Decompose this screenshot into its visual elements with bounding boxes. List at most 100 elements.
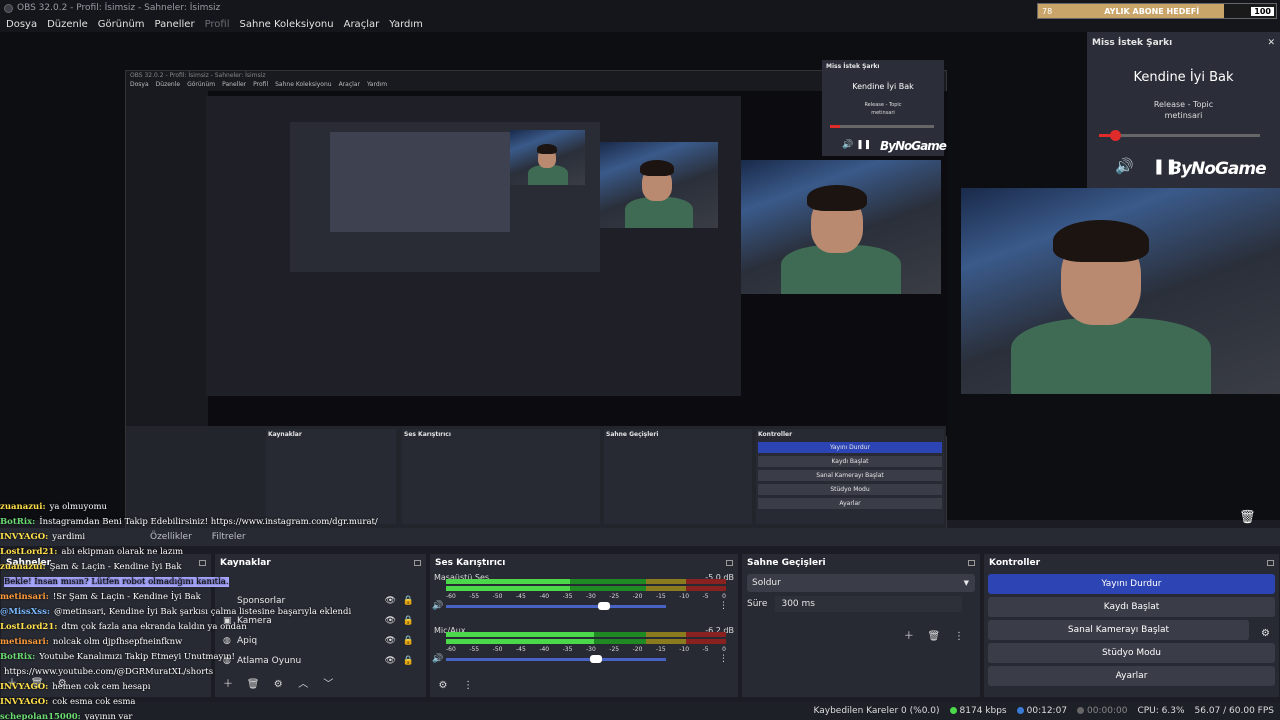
sources-popout-icon[interactable] bbox=[414, 559, 421, 566]
transitions-popout-icon[interactable] bbox=[968, 559, 975, 566]
menu-profile[interactable]: Profil bbox=[205, 19, 230, 30]
tick-label: -15 bbox=[655, 646, 666, 653]
nested-menu-item: Araçlar bbox=[338, 81, 360, 88]
chat-username: zuanazui: bbox=[0, 562, 46, 572]
tick-label: -55 bbox=[469, 646, 480, 653]
level-meter bbox=[446, 579, 726, 584]
nested-studio: Stüdyo Modu bbox=[758, 484, 942, 495]
chat-message: BotRix: İnstagramdan Beni Takip Edebilirs… bbox=[0, 515, 378, 530]
menu-help[interactable]: Yardım bbox=[389, 19, 423, 30]
tick-label: -40 bbox=[539, 593, 550, 600]
start-recording-button[interactable]: Kaydı Başlat bbox=[988, 597, 1275, 617]
visibility-icon[interactable]: 👁 bbox=[385, 636, 396, 646]
move-down-icon[interactable]: ﹀ bbox=[321, 678, 335, 692]
tick-label: -25 bbox=[609, 593, 620, 600]
song-panel-close-icon[interactable]: ✕ bbox=[1267, 38, 1275, 48]
tick-label: -5 bbox=[702, 593, 709, 600]
menu-file[interactable]: Dosya bbox=[6, 19, 37, 30]
volume-icon[interactable]: 🔊 bbox=[1115, 157, 1134, 175]
dropped-frames: Kaybedilen Kareler 0 (%0.0) bbox=[813, 706, 940, 716]
source-settings-icon[interactable]: ⚙ bbox=[271, 678, 285, 692]
controls-title: Kontroller bbox=[989, 557, 1041, 568]
volume-knob[interactable] bbox=[590, 655, 602, 663]
song-progress-knob[interactable] bbox=[1110, 130, 1122, 141]
move-up-icon[interactable]: ︿ bbox=[296, 678, 310, 692]
lock-icon[interactable]: 🔒 bbox=[403, 616, 414, 626]
start-virtual-camera-button[interactable]: Sanal Kamerayı Başlat bbox=[988, 620, 1249, 640]
chat-text: https://www.youtube.com/@DGRMuratXL/shor… bbox=[4, 667, 214, 677]
song-panel-title-small: Miss İstek Şarkı bbox=[826, 63, 880, 70]
nested-menu-item: Paneller bbox=[222, 81, 247, 88]
chat-text: Şam & Laçin - Kendine İyi Bak bbox=[49, 562, 182, 572]
nested-settings: Ayarlar bbox=[758, 498, 942, 509]
remove-transition-icon[interactable]: 🗑 bbox=[927, 630, 941, 644]
visibility-icon[interactable]: 👁 bbox=[385, 656, 396, 666]
song-title-small: Kendine İyi Bak bbox=[852, 82, 914, 91]
channel-menu-icon[interactable]: ⋮ bbox=[719, 654, 728, 664]
preview-canvas[interactable]: 78 AYLIK ABONE HEDEFİ 100 OBS 32.0.2 - P… bbox=[0, 3, 1280, 533]
speaker-icon[interactable]: 🔊 bbox=[432, 601, 443, 611]
song-sub1-small: Release - Topic bbox=[864, 102, 902, 108]
menu-edit[interactable]: Düzenle bbox=[47, 19, 88, 30]
volume-slider[interactable] bbox=[446, 658, 666, 661]
settings-button[interactable]: Ayarlar bbox=[988, 666, 1275, 686]
add-transition-icon[interactable]: ＋ bbox=[902, 630, 916, 644]
menu-scene-collection[interactable]: Sahne Koleksiyonu bbox=[240, 19, 334, 30]
virtual-camera-label: Sanal Kamerayı Başlat bbox=[1067, 625, 1170, 635]
recursive-preview-3 bbox=[330, 132, 510, 232]
source-label: Sponsorlar bbox=[237, 596, 286, 606]
song-subtitle-requester: metinsari bbox=[1164, 111, 1203, 120]
lock-icon[interactable]: 🔒 bbox=[403, 636, 414, 646]
tick-label: -30 bbox=[585, 646, 596, 653]
source-item-apiq[interactable]: ◍ Apiq 👁 🔒 bbox=[215, 631, 426, 651]
chat-username: zuanazui: bbox=[0, 502, 46, 512]
mixer-popout-icon[interactable] bbox=[726, 559, 733, 566]
chat-message: Bekle! İnsan mısın? Lütfen robot olmadığ… bbox=[0, 575, 230, 590]
studio-mode-button[interactable]: Stüdyo Modu bbox=[988, 643, 1275, 663]
sources-spacer bbox=[215, 571, 426, 591]
transition-select[interactable]: Soldur ▼ bbox=[747, 574, 975, 592]
rec-time: 00:00:00 bbox=[1087, 706, 1128, 716]
chat-message: INVYAGO: yardimi bbox=[0, 530, 230, 545]
source-item-jump-game[interactable]: ◍ Atlama Oyunu 👁 🔒 bbox=[215, 651, 426, 671]
obs-window: OBS 32.0.2 - Profil: İsimsiz - Sahneler:… bbox=[0, 0, 1280, 720]
volume-knob[interactable] bbox=[598, 602, 610, 610]
chat-message: BotRix: Youtube Kanalımızı Takip Etmeyi U… bbox=[0, 650, 235, 665]
menu-docks[interactable]: Paneller bbox=[155, 19, 195, 30]
speaker-icon[interactable]: 🔊 bbox=[432, 654, 443, 664]
chat-message: zuanazui: Şam & Laçin - Kendine İyi Bak bbox=[0, 560, 230, 575]
transition-menu-icon[interactable]: ⋮ bbox=[952, 630, 966, 644]
chat-text: cok esma cok esma bbox=[52, 697, 136, 707]
virtual-camera-settings-icon[interactable]: ⚙ bbox=[1261, 628, 1270, 639]
mixer-channels: Masaüstü Ses -5.0 dB -60 -55 -50 -45 -40 -35 -3… bbox=[430, 571, 738, 677]
tick-label: -50 bbox=[492, 593, 503, 600]
chat-text: yardimi bbox=[52, 532, 86, 542]
mixer-menu-icon[interactable]: ⋮ bbox=[461, 679, 475, 693]
lock-icon[interactable]: 🔒 bbox=[403, 656, 414, 666]
controls-popout-icon[interactable] bbox=[1267, 559, 1274, 566]
tick-label: -20 bbox=[632, 593, 643, 600]
song-progress-track[interactable] bbox=[1099, 134, 1260, 137]
stop-streaming-button[interactable]: Yayını Durdur bbox=[988, 574, 1275, 594]
menu-tools[interactable]: Araçlar bbox=[344, 19, 380, 30]
tick-label: -60 bbox=[446, 646, 456, 653]
volume-slider[interactable] bbox=[446, 605, 666, 608]
song-sub2-small: metinsari bbox=[871, 110, 895, 116]
chat-message: metinsari: !Sr Şam & Laçin - Kendine İyi … bbox=[0, 590, 230, 605]
sources-toolbar: ＋ 🗑 ⚙ ︿ ﹀ bbox=[221, 672, 341, 692]
menu-view[interactable]: Görünüm bbox=[98, 19, 145, 30]
tick-label: -25 bbox=[609, 646, 620, 653]
lock-icon[interactable]: 🔒 bbox=[403, 596, 414, 606]
chat-text: Bekle! İnsan mısın? Lütfen robot olmadığ… bbox=[4, 577, 229, 587]
chat-message: https://www.youtube.com/@DGRMuratXL/shor… bbox=[0, 665, 230, 680]
channel-menu-icon[interactable]: ⋮ bbox=[719, 601, 728, 611]
visibility-icon[interactable]: 👁 bbox=[385, 616, 396, 626]
duration-input[interactable]: 300 ms bbox=[775, 596, 962, 612]
visibility-icon[interactable]: 👁 bbox=[385, 596, 396, 606]
advanced-audio-icon[interactable]: ⚙ bbox=[436, 679, 450, 693]
chat-message: zuanazui: ya olmuyomu bbox=[0, 500, 230, 515]
remove-source-icon[interactable]: 🗑 bbox=[246, 678, 260, 692]
chat-text: abi ekipman olarak ne lazım bbox=[61, 547, 184, 557]
trash-icon[interactable]: 🗑 bbox=[1239, 510, 1256, 525]
transitions-title: Sahne Geçişleri bbox=[747, 557, 826, 568]
